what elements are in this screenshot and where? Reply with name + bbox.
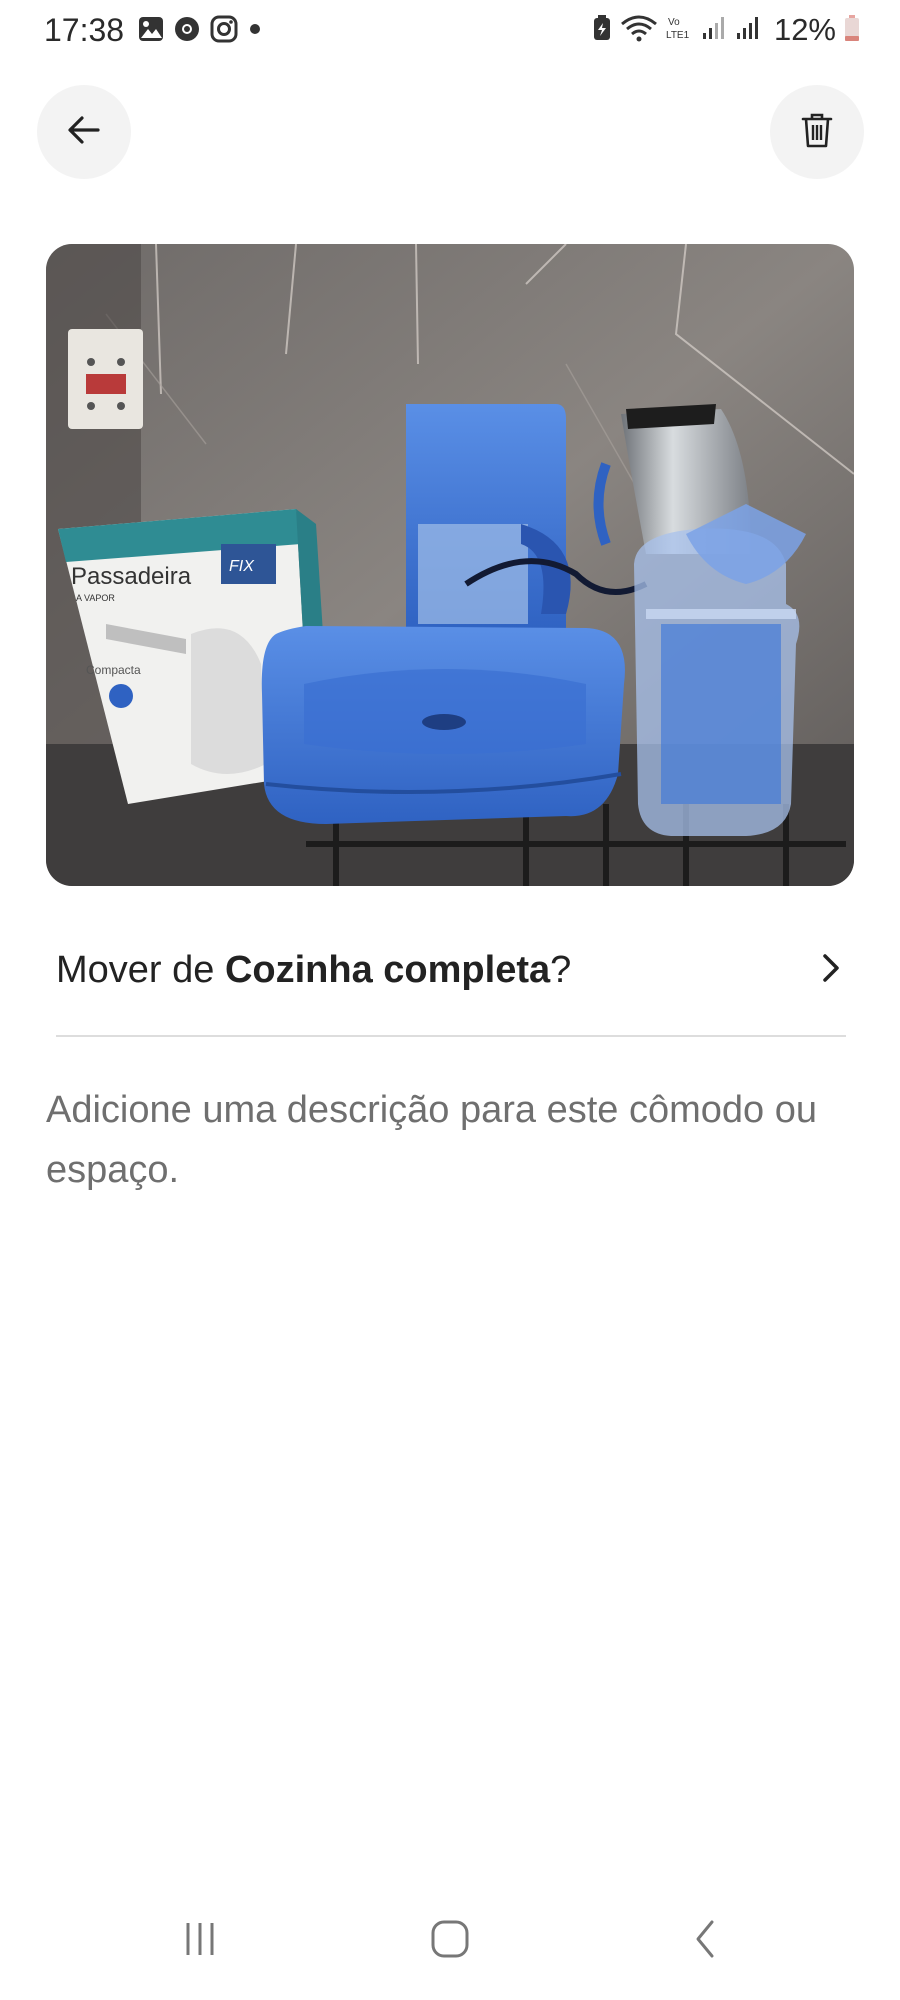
recent-apps-button[interactable]	[170, 1913, 230, 1969]
kitchen-appliances-image: Passadeira A VAPOR FIX Compacta	[46, 244, 854, 886]
move-prefix: Mover de	[56, 948, 225, 991]
back-icon	[690, 1919, 720, 1964]
battery-icon	[844, 14, 860, 47]
move-room-row[interactable]: Mover de Cozinha completa?	[56, 930, 846, 1010]
move-suffix: ?	[550, 948, 572, 991]
svg-text:LTE1: LTE1	[666, 30, 690, 41]
dot-icon	[248, 22, 262, 36]
volte-icon: Vo LTE1	[666, 14, 694, 47]
navigation-bar	[0, 1895, 900, 1985]
box-brand-label: Passadeira	[71, 563, 192, 590]
back-button[interactable]	[37, 85, 131, 179]
status-right: Vo LTE1 12%	[592, 12, 860, 48]
delete-button[interactable]	[770, 85, 864, 179]
wifi-icon	[620, 14, 658, 47]
home-icon	[430, 1919, 470, 1964]
box-logo: FIX	[229, 558, 255, 575]
signal-icon	[702, 15, 728, 46]
notification-icons	[138, 15, 262, 43]
box-subtitle: A VAPOR	[76, 593, 115, 603]
signal-icon	[736, 15, 762, 46]
move-room-text: Mover de Cozinha completa?	[56, 949, 571, 992]
trash-icon	[801, 112, 833, 153]
system-back-button[interactable]	[675, 1913, 735, 1969]
description-input[interactable]: Adicione uma descrição para este cômodo …	[46, 1080, 856, 1200]
chrome-icon	[174, 16, 200, 42]
room-name: Cozinha completa	[224, 948, 551, 991]
battery-percentage: 12%	[773, 12, 836, 47]
recent-apps-icon	[180, 1919, 220, 1964]
chevron-right-icon	[816, 948, 846, 993]
instagram-icon	[210, 15, 238, 43]
room-photo[interactable]: Passadeira A VAPOR FIX Compacta	[46, 244, 854, 886]
home-button[interactable]	[420, 1913, 480, 1969]
gallery-icon	[138, 16, 164, 42]
svg-text:Vo: Vo	[668, 17, 680, 28]
battery-saver-icon	[592, 14, 612, 47]
status-bar: 17:38 Vo LTE1 12%	[0, 0, 900, 62]
arrow-left-icon	[66, 112, 102, 153]
box-text: Compacta	[86, 663, 141, 677]
divider	[56, 1035, 846, 1037]
status-time: 17:38	[44, 12, 125, 48]
